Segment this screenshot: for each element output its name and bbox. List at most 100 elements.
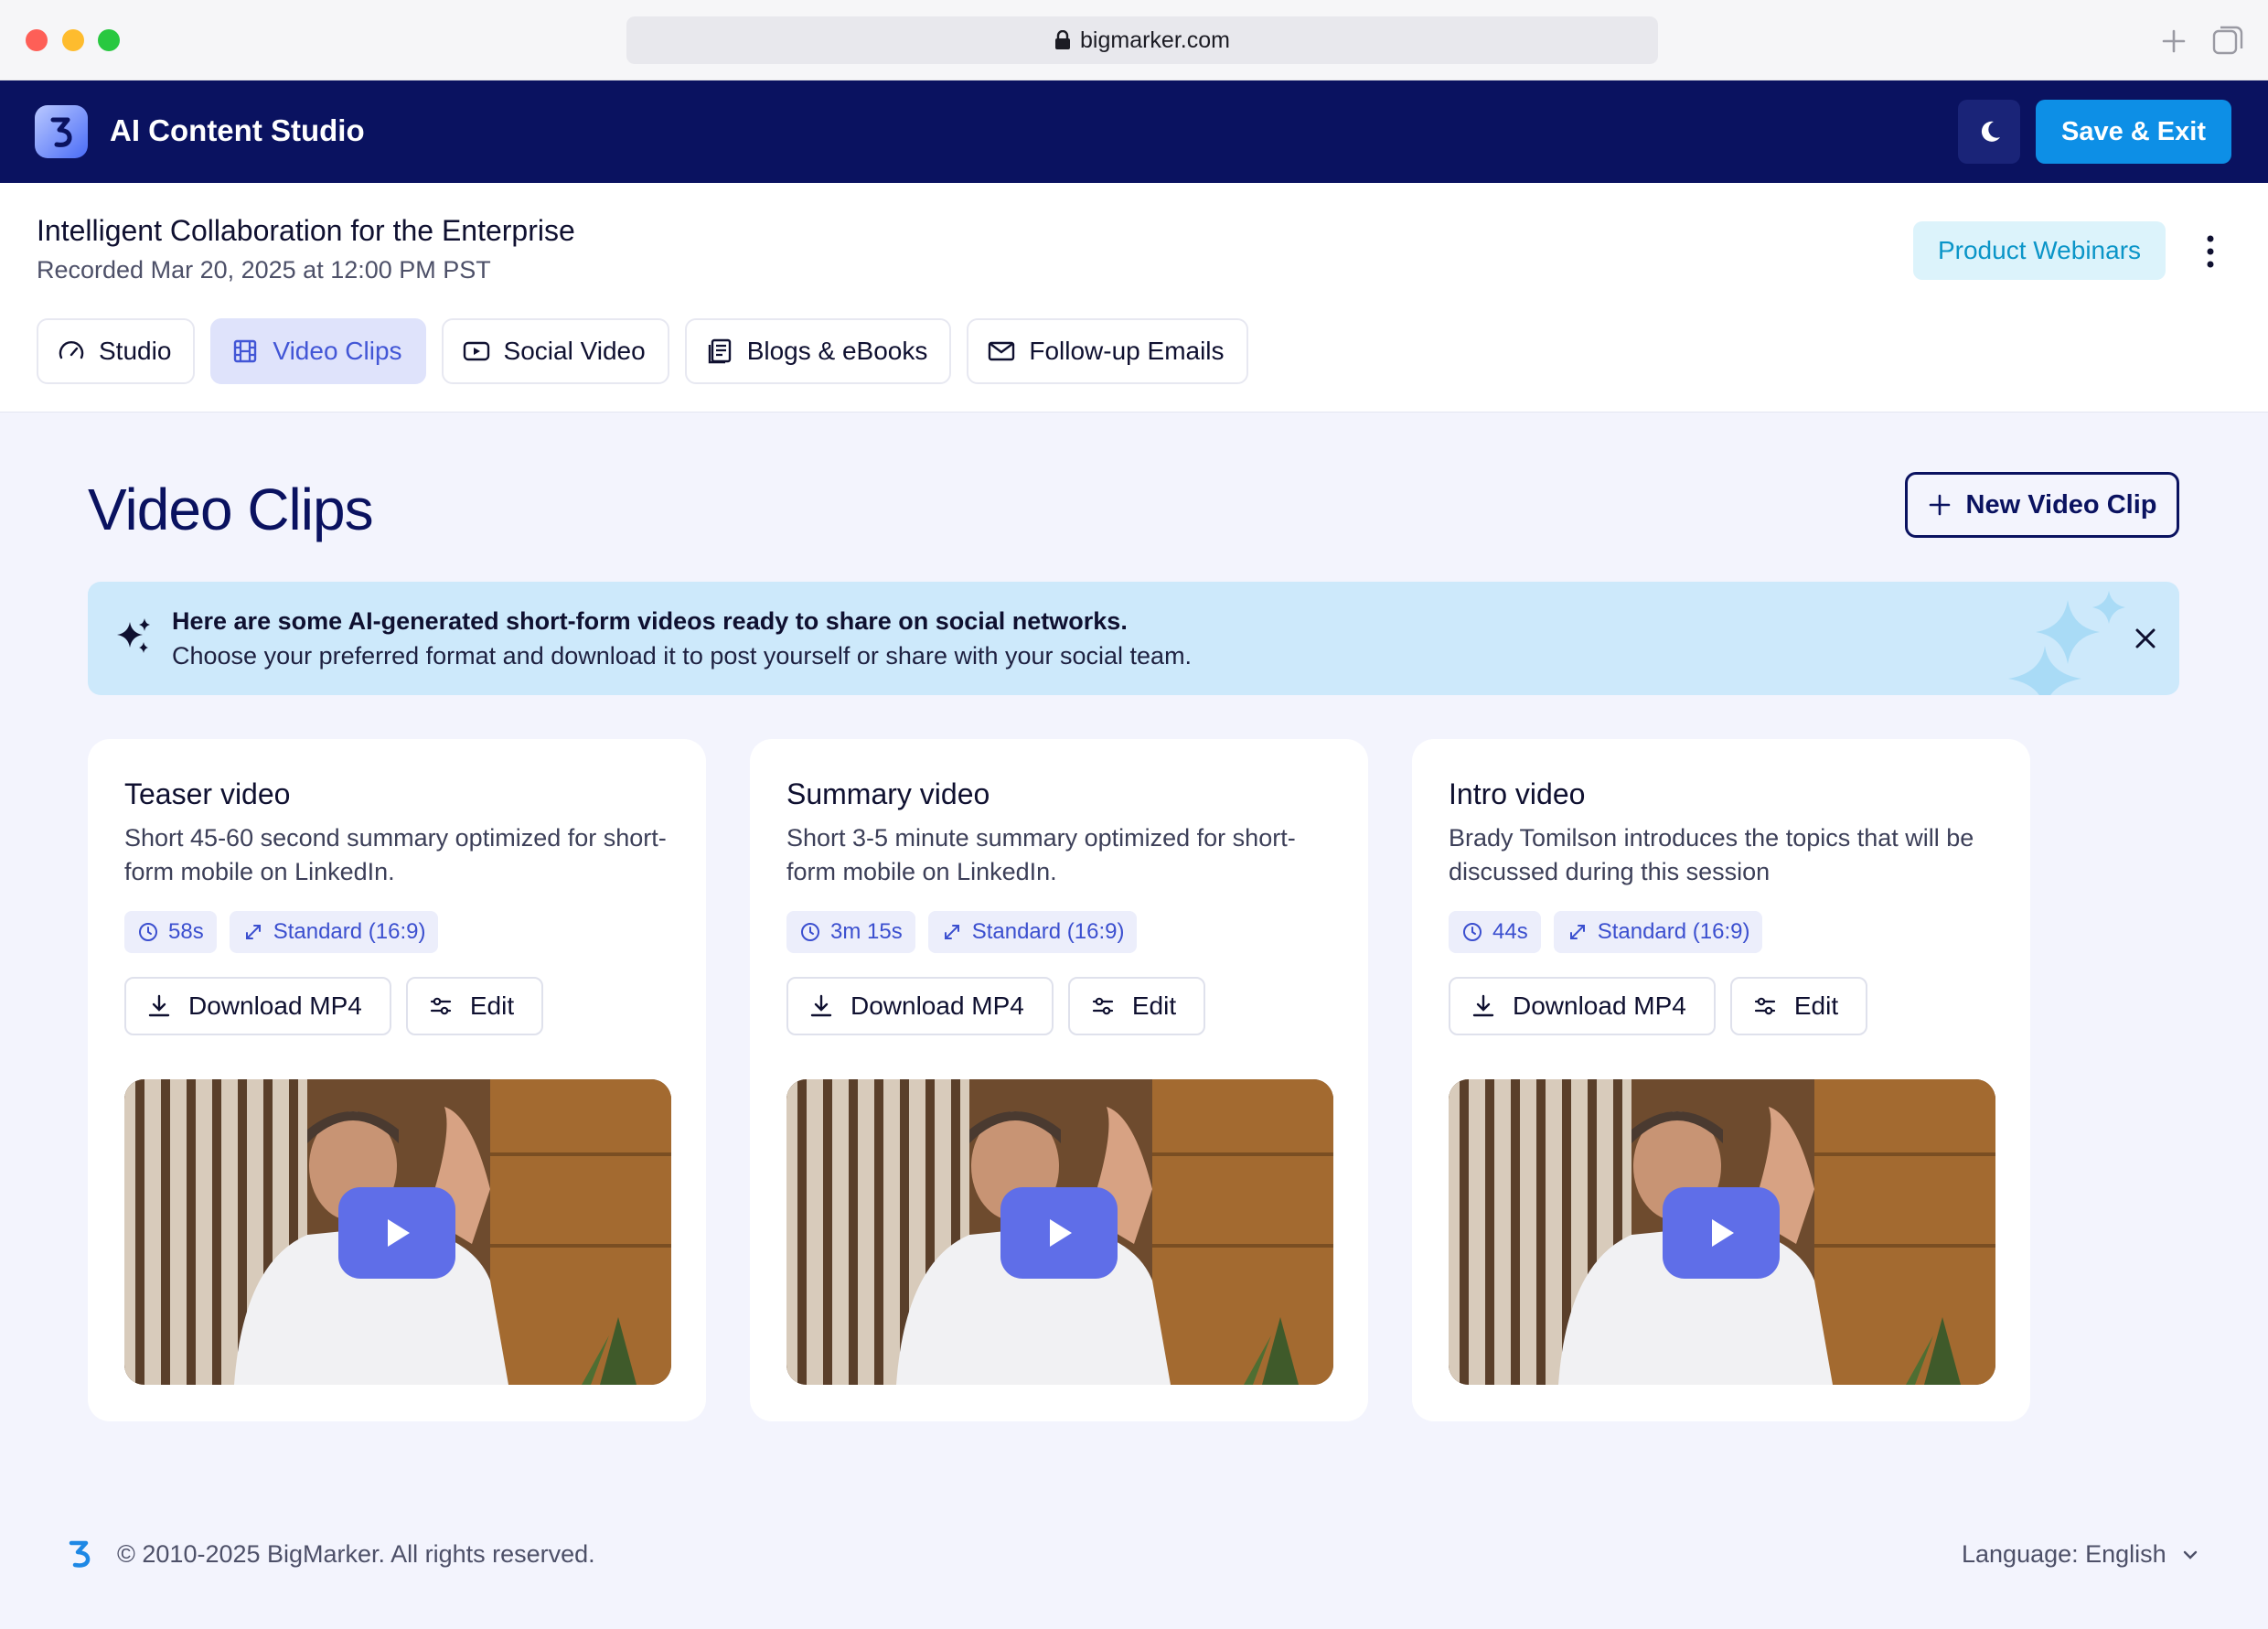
- clip-duration: 44s: [1492, 919, 1528, 944]
- play-rectangle-icon: [463, 341, 489, 361]
- clip-description: Short 3-5 minute summary optimized for s…: [786, 824, 1296, 885]
- event-recorded-date: Recorded Mar 20, 2025 at 12:00 PM PST: [37, 256, 491, 284]
- clock-icon: [1463, 923, 1482, 941]
- edit-button[interactable]: Edit: [405, 977, 544, 1035]
- play-icon: [1712, 1219, 1734, 1247]
- sparkles-icon: [117, 618, 150, 653]
- minimize-window-button[interactable]: [62, 29, 84, 51]
- series-badge[interactable]: Product Webinars: [1913, 221, 2166, 280]
- bigmarker-logo-icon[interactable]: [35, 105, 88, 158]
- new-video-clip-button[interactable]: New Video Clip: [1905, 472, 2179, 538]
- edit-label: Edit: [1793, 991, 1839, 1020]
- download-icon: [148, 994, 170, 1017]
- film-icon: [234, 339, 257, 363]
- tab-studio[interactable]: Studio: [37, 318, 196, 384]
- content-tabs: Studio Video Clips Social Video Blogs & …: [37, 318, 1248, 384]
- video-thumbnail[interactable]: [1449, 1079, 1995, 1385]
- edit-label: Edit: [469, 991, 515, 1020]
- tab-label: Blogs & eBooks: [746, 337, 928, 365]
- address-bar[interactable]: bigmarker.com: [626, 16, 1658, 64]
- download-icon: [810, 994, 832, 1017]
- tab-label: Follow-up Emails: [1029, 337, 1225, 365]
- dark-mode-toggle[interactable]: [1958, 100, 2020, 164]
- event-header: Intelligent Collaboration for the Enterp…: [0, 183, 2268, 413]
- tab-label: Studio: [99, 337, 172, 365]
- new-tab-icon[interactable]: [2160, 22, 2188, 59]
- play-icon: [1050, 1219, 1072, 1247]
- gauge-icon: [59, 341, 84, 359]
- close-window-button[interactable]: [26, 29, 48, 51]
- banner-text: Choose your preferred format and downloa…: [172, 642, 1193, 670]
- play-button[interactable]: [1000, 1187, 1118, 1279]
- video-clip-cards: Teaser video Short 45-60 second summary …: [88, 739, 2030, 1421]
- expand-arrows-icon: [245, 925, 261, 939]
- tab-video-clips[interactable]: Video Clips: [210, 318, 426, 384]
- download-mp4-button[interactable]: Download MP4: [124, 977, 391, 1035]
- sliders-icon: [1754, 997, 1775, 1015]
- video-clip-card: Teaser video Short 45-60 second summary …: [88, 739, 706, 1421]
- close-icon[interactable]: [2129, 622, 2162, 655]
- more-options-icon[interactable]: [2197, 229, 2224, 274]
- banner-heading: Here are some AI-generated short-form vi…: [172, 607, 1128, 635]
- duration-chip: 58s: [124, 911, 217, 953]
- edit-label: Edit: [1131, 991, 1177, 1020]
- edit-button[interactable]: Edit: [1067, 977, 1206, 1035]
- app-title: AI Content Studio: [110, 113, 365, 147]
- video-thumbnail[interactable]: [786, 1079, 1333, 1385]
- bigmarker-footer-logo-icon: [69, 1540, 91, 1568]
- download-label: Download MP4: [1513, 991, 1686, 1020]
- download-label: Download MP4: [850, 991, 1024, 1020]
- expand-arrows-icon: [944, 925, 959, 939]
- footer-copyright: © 2010-2025 BigMarker. All rights reserv…: [117, 1540, 595, 1568]
- tab-label: Video Clips: [273, 337, 402, 365]
- play-button[interactable]: [338, 1187, 455, 1279]
- clip-format: Standard (16:9): [1597, 919, 1750, 944]
- chevron-down-icon: [2183, 1550, 2197, 1559]
- download-mp4-button[interactable]: Download MP4: [786, 977, 1054, 1035]
- maximize-window-button[interactable]: [98, 29, 120, 51]
- edit-button[interactable]: Edit: [1729, 977, 1868, 1035]
- save-and-exit-button[interactable]: Save & Exit: [2036, 100, 2231, 164]
- download-icon: [1472, 994, 1494, 1017]
- clip-description: Short 45-60 second summary optimized for…: [124, 824, 667, 885]
- plus-icon: [1929, 494, 1950, 516]
- language-label: Language: English: [1962, 1540, 2166, 1568]
- moon-icon: [1981, 121, 2000, 142]
- ai-info-banner: Here are some AI-generated short-form vi…: [88, 582, 2179, 695]
- duration-chip: 3m 15s: [786, 911, 915, 953]
- url-text: bigmarker.com: [1080, 27, 1230, 53]
- new-video-clip-label: New Video Clip: [1965, 489, 2157, 520]
- decorative-sparkle-icon: [2008, 591, 2125, 695]
- clip-title: Intro video: [1449, 777, 1586, 810]
- sliders-icon: [430, 997, 451, 1015]
- format-chip: Standard (16:9): [1553, 911, 1763, 953]
- clip-duration: 3m 15s: [830, 919, 903, 944]
- browser-chrome: bigmarker.com: [0, 0, 2268, 80]
- video-thumbnail[interactable]: [124, 1079, 671, 1385]
- clip-format: Standard (16:9): [971, 919, 1125, 944]
- tab-blogs-ebooks[interactable]: Blogs & eBooks: [684, 318, 952, 384]
- video-clip-card: Summary video Short 3-5 minute summary o…: [750, 739, 1368, 1421]
- clip-title: Summary video: [786, 777, 990, 810]
- download-label: Download MP4: [188, 991, 362, 1020]
- format-chip: Standard (16:9): [927, 911, 1138, 953]
- format-chip: Standard (16:9): [229, 911, 439, 953]
- event-title: Intelligent Collaboration for the Enterp…: [37, 214, 575, 247]
- tab-social-video[interactable]: Social Video: [441, 318, 669, 384]
- language-selector[interactable]: Language: English: [1962, 1540, 2199, 1569]
- play-icon: [388, 1219, 410, 1247]
- tab-label: Social Video: [503, 337, 646, 365]
- clock-icon: [801, 923, 819, 941]
- video-clip-card: Intro video Brady Tomilson introduces th…: [1412, 739, 2030, 1421]
- duration-chip: 44s: [1449, 911, 1541, 953]
- download-mp4-button[interactable]: Download MP4: [1449, 977, 1716, 1035]
- tab-follow-up-emails[interactable]: Follow-up Emails: [967, 318, 1248, 384]
- clip-duration: 58s: [168, 919, 204, 944]
- envelope-icon: [989, 341, 1015, 361]
- clip-description: Brady Tomilson introduces the topics tha…: [1449, 824, 1974, 885]
- tab-overview-icon[interactable]: [2211, 24, 2244, 57]
- expand-arrows-icon: [1569, 925, 1585, 939]
- clip-title: Teaser video: [124, 777, 291, 810]
- play-button[interactable]: [1663, 1187, 1780, 1279]
- sliders-icon: [1092, 997, 1113, 1015]
